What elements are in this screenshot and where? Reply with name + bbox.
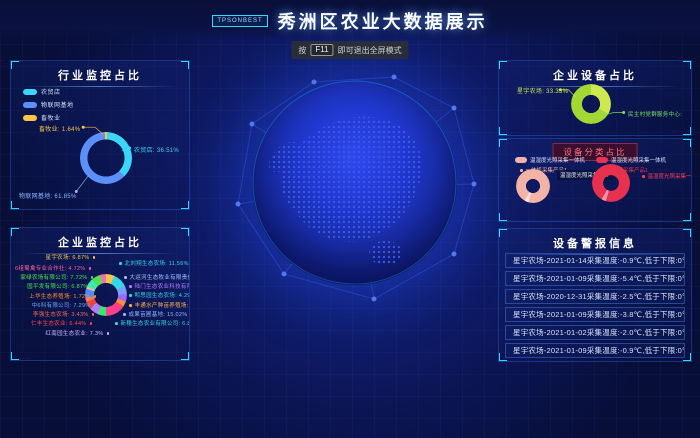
alarm-list: 星宇农场-2021-01-14采集温度:-0.9℃,低于下限:0℃ 星宇农场-2…	[505, 253, 685, 361]
fullscreen-hint: 按 F11 即可退出全屏模式	[291, 41, 408, 59]
alarm-row: 星宇农场-2021-01-09采集温度:-3.8℃,低于下限:0℃	[505, 307, 685, 322]
device-class-left-donut	[516, 169, 550, 203]
page-title: 秀洲区农业大数据展示	[278, 8, 488, 34]
alarm-row: 星宇农场-2021-01-14采集温度:-0.9℃,低于下限:0℃	[505, 253, 685, 268]
alarm-row: 星宇农场-2021-01-09采集温度:-0.9℃,低于下限:0℃	[505, 343, 685, 358]
callout: 国平发有限公司: 6.87%	[27, 282, 94, 290]
callout-iot: 物联网基地: 61.85%	[19, 191, 77, 200]
legend-swatch	[596, 157, 608, 163]
callout-livestock: 畜牧业: 1.64%	[39, 124, 80, 133]
industry-monitor-panel: 行业监控占比 农贸店 物联网基地 畜牧业 畜牧业: 1.64%	[10, 60, 190, 210]
device-ratio-donut-chart	[571, 84, 611, 124]
globe-visualization	[252, 80, 457, 285]
alarm-row: 星宇农场-2021-01-02采集温度:-2.0℃,低于下限:0℃	[505, 325, 685, 340]
callout: 北刘翔生态农场: 11.56%	[119, 259, 189, 267]
callout: 大运河生态牧业有限责任公	[124, 273, 190, 281]
callout-market: 农贸店: 36.51%	[134, 145, 179, 154]
device-class-panel: 设备分类占比 温湿度光照采集一体机 一体机采集产品1 温湿度光照采集一→ 温湿度…	[498, 138, 692, 222]
legend-item[interactable]: 物联网基地	[23, 100, 74, 109]
device-class-left-legend[interactable]: 温湿度光照采集一体机	[515, 156, 585, 164]
f11-key-badge: F11	[310, 44, 333, 56]
industry-panel-title: 行业监控占比	[11, 61, 189, 90]
header: TPSONBEST 秀洲区农业大数据展示	[0, 0, 700, 40]
callout: 陆门生态农业科技有限公	[129, 282, 190, 290]
legend-item[interactable]: 农贸店	[23, 87, 74, 96]
legend-swatch	[23, 115, 37, 121]
device-class-right-legend[interactable]: 温湿度光照采集一体机	[596, 156, 666, 164]
callout-xingyu: 星宇农场: 33.33%	[517, 86, 568, 95]
legend-swatch	[23, 89, 37, 95]
device-ratio-panel: 企业设备占比 星宇农场: 33.33% 民主村党群服务中心:	[498, 60, 692, 136]
alarm-row: 星宇农场-2021-01-09采集温度:-5.4℃,低于下限:0℃	[505, 271, 685, 286]
callout: 上华生态养殖场: 1.72%	[29, 292, 96, 300]
callout: 家绿农场有限公司: 7.72%	[20, 273, 93, 281]
legend-item[interactable]: 畜牧业	[23, 113, 74, 122]
legend-label: 温湿度光照采集一体机	[530, 156, 585, 164]
legend-label: 温湿度光照采集一体机	[611, 156, 666, 164]
device-class-right-donut	[592, 164, 630, 202]
callout: 6组蜀禽专业合作社: 4.72%	[15, 264, 91, 272]
logo-badge: TPSONBEST	[212, 15, 267, 27]
callout-minzhucun: 民主村党群服务中心:	[628, 110, 682, 118]
callout: 红南园生态农业: 7.3%	[46, 329, 110, 337]
alarm-info-panel: 设备警报信息 星宇农场-2021-01-14采集温度:-0.9℃,低于下限:0℃…	[498, 228, 692, 362]
callout: 成果苗圃基地: 15.02%	[123, 310, 187, 318]
callout: 仁丰生态农业: 6.44%	[31, 319, 92, 327]
callout: 丰通水产种苗养殖场: 1.	[129, 301, 190, 309]
callout: 中6科有限公司: 7.29%	[32, 301, 96, 309]
dashboard-root: TPSONBEST 秀洲区农业大数据展示 按 F11 即可退出全屏模式 行业监控…	[0, 0, 700, 438]
callout: 新穗生态农业有限公司: 6.879	[115, 319, 190, 327]
industry-legend: 农贸店 物联网基地 畜牧业	[23, 87, 74, 122]
legend-label: 畜牧业	[41, 113, 61, 122]
legend-label: 物联网基地	[41, 100, 74, 109]
alarm-row: 星宇农场-2020-12-31采集温度:-2.5℃,低于下限:0℃	[505, 289, 685, 304]
legend-swatch	[23, 102, 37, 108]
enterprise-panel-title: 企业监控占比	[11, 228, 189, 257]
legend-swatch	[515, 157, 527, 163]
hint-suffix: 即可退出全屏模式	[338, 45, 402, 56]
callout: 李强生态农场: 3.43%	[33, 310, 94, 318]
callout: 星宇农场: 6.87%	[46, 253, 95, 261]
hint-prefix: 按	[298, 45, 306, 56]
enterprise-monitor-panel: 企业监控占比 星宇农场: 6.87% 6组蜀禽专业合作社: 4.72% 家绿农场…	[10, 227, 190, 361]
callout: 鸭思园生态农场: 4.29	[129, 291, 190, 299]
legend-label: 农贸店	[41, 87, 61, 96]
industry-donut-chart	[80, 132, 132, 184]
device-class-right-callout: 温湿度光照采集一→	[639, 171, 692, 181]
